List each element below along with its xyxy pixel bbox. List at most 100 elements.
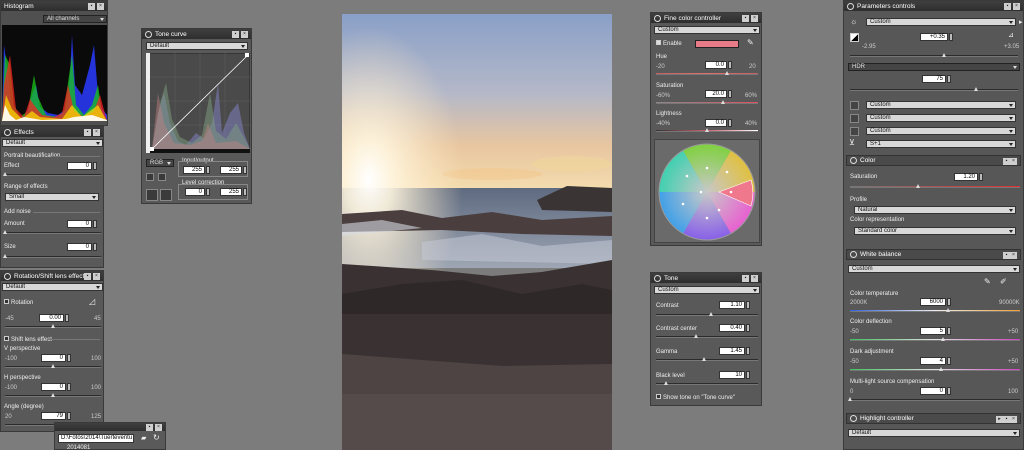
- amount-input[interactable]: 0: [67, 220, 92, 228]
- v-slider-thumb[interactable]: [50, 364, 55, 368]
- color-wheel[interactable]: [657, 142, 757, 242]
- contrast-center-spinner[interactable]: [746, 324, 750, 332]
- dark-adj-slider[interactable]: [850, 367, 1020, 371]
- enable-checkbox[interactable]: [656, 40, 661, 45]
- saturation-slider[interactable]: [656, 100, 758, 104]
- curve-free-icon[interactable]: [160, 189, 172, 201]
- black-level-spinner[interactable]: [746, 371, 750, 379]
- deflection-slider[interactable]: [850, 337, 1020, 341]
- color-saturation-spinner[interactable]: [979, 173, 983, 181]
- black-level-slider-thumb[interactable]: [663, 381, 668, 385]
- size-slider-thumb[interactable]: [2, 254, 7, 258]
- effects-titlebar[interactable]: Effects ▪ ×: [1, 127, 103, 137]
- level-max-field[interactable]: 255: [220, 188, 242, 196]
- level-max-spinner[interactable]: [243, 188, 247, 196]
- color-rep-select[interactable]: Standard color: [854, 227, 1016, 235]
- more-icon[interactable]: ▸: [1019, 18, 1023, 26]
- pin-icon[interactable]: ▪: [88, 2, 95, 10]
- tone-curve-channel-select[interactable]: RGB: [146, 159, 174, 167]
- profile-select[interactable]: Natural: [854, 206, 1016, 214]
- contrast-slider[interactable]: [656, 312, 758, 316]
- v-input[interactable]: 0: [41, 354, 66, 362]
- amount-slider[interactable]: [2, 230, 101, 234]
- pin-icon[interactable]: ▪: [1003, 415, 1010, 423]
- saturation-slider-thumb[interactable]: [720, 100, 725, 104]
- show-tone-checkbox-row[interactable]: Show tone on "Tone curve": [656, 394, 735, 401]
- row3-select[interactable]: Custom: [866, 127, 1016, 135]
- folder-icon[interactable]: ▰: [141, 434, 146, 442]
- close-icon[interactable]: ×: [751, 274, 758, 282]
- temp-slider-thumb[interactable]: [946, 308, 951, 312]
- contrast-slider-thumb[interactable]: [708, 312, 713, 316]
- contrast-input[interactable]: 1.10: [719, 301, 745, 309]
- rotation-checkbox-row[interactable]: Rotation: [4, 299, 33, 306]
- lightness-input[interactable]: 0.0: [705, 119, 727, 127]
- pin-icon[interactable]: ▪: [232, 30, 239, 38]
- gamma-spinner[interactable]: [746, 347, 750, 355]
- range-select[interactable]: Small: [5, 193, 99, 201]
- histogram-channel-select[interactable]: All channels: [43, 15, 107, 23]
- effect-slider-thumb[interactable]: [2, 172, 7, 176]
- effects-preset-select[interactable]: Default: [2, 139, 103, 147]
- folder-tree-item[interactable]: 2014081: [67, 445, 90, 449]
- contrast-spinner[interactable]: [746, 301, 750, 309]
- lightness-slider[interactable]: [656, 128, 758, 132]
- tone-curve-graph[interactable]: [146, 53, 250, 153]
- row1-select[interactable]: Custom: [866, 101, 1016, 109]
- dark-adj-spinner[interactable]: [947, 357, 951, 365]
- close-icon[interactable]: ×: [1010, 415, 1017, 423]
- pin-icon[interactable]: ▪: [1003, 157, 1010, 165]
- highlight-preset-select[interactable]: Default: [848, 429, 1020, 437]
- close-icon[interactable]: ×: [1010, 157, 1017, 165]
- shift-checkbox[interactable]: [4, 336, 9, 341]
- rotation-spinner[interactable]: [65, 314, 69, 322]
- io-output-spinner[interactable]: [243, 166, 247, 174]
- tone-curve-preset-select[interactable]: Default: [146, 42, 248, 50]
- auto-exposure-icon[interactable]: ⊿: [1008, 31, 1014, 39]
- row2-select[interactable]: Custom: [866, 114, 1016, 122]
- color-swatch[interactable]: [695, 40, 739, 48]
- size-slider[interactable]: [2, 254, 101, 258]
- hdr-spinner[interactable]: [947, 75, 951, 83]
- pin-icon[interactable]: ▪: [742, 14, 749, 22]
- angle-input[interactable]: 79: [41, 412, 66, 420]
- close-icon[interactable]: ×: [93, 128, 100, 136]
- pin-icon[interactable]: ▪: [1003, 251, 1010, 259]
- gamma-slider[interactable]: [656, 357, 758, 361]
- deflection-spinner[interactable]: [947, 327, 951, 335]
- fine-color-titlebar[interactable]: Fine color controller ▪ ×: [651, 13, 761, 23]
- pin-icon[interactable]: ▪: [1004, 2, 1011, 10]
- hue-slider[interactable]: [656, 71, 758, 75]
- color-saturation-input[interactable]: 1.20: [954, 173, 978, 181]
- rotation-slider[interactable]: [5, 324, 101, 328]
- black-level-slider[interactable]: [656, 381, 758, 385]
- deflection-input[interactable]: 5: [920, 327, 946, 335]
- close-icon[interactable]: ×: [1010, 251, 1017, 259]
- dark-adj-slider-thumb[interactable]: [939, 367, 944, 371]
- lightness-spinner[interactable]: [728, 119, 732, 127]
- tone-preset-select[interactable]: Custom: [654, 286, 760, 294]
- tone-titlebar[interactable]: Tone ▪ ×: [651, 273, 761, 283]
- highlight-section-header[interactable]: Highlight controller ▸ ▪ ×: [846, 413, 1021, 424]
- v-slider[interactable]: [5, 364, 101, 368]
- saturation-input[interactable]: 20.0: [705, 90, 727, 98]
- exposure-slider-thumb[interactable]: [941, 53, 946, 57]
- eyedropper-icon[interactable]: ✎: [747, 38, 754, 47]
- color-saturation-slider[interactable]: [850, 184, 1020, 188]
- multi-light-slider-thumb[interactable]: [847, 397, 852, 401]
- close-icon[interactable]: ×: [93, 272, 100, 280]
- play-icon[interactable]: ▸: [996, 415, 1003, 423]
- io-input-spinner[interactable]: [206, 166, 210, 174]
- pin-icon[interactable]: ▪: [84, 128, 91, 136]
- fine-color-preset-select[interactable]: Custom: [654, 26, 760, 34]
- h-input[interactable]: 0: [41, 383, 66, 391]
- shift-checkbox-row[interactable]: Shift lens effect: [4, 336, 52, 343]
- wb-preset-select[interactable]: Custom: [848, 265, 1020, 273]
- multi-light-input[interactable]: 0: [920, 387, 946, 395]
- photo-preview[interactable]: [342, 14, 612, 450]
- effect-spinner[interactable]: [93, 162, 97, 170]
- rotation-checkbox[interactable]: [4, 299, 9, 304]
- close-icon[interactable]: ×: [155, 423, 162, 431]
- rotation-titlebar[interactable]: Rotation/Shift lens effect ▪ ×: [1, 271, 103, 281]
- amount-slider-thumb[interactable]: [2, 230, 7, 234]
